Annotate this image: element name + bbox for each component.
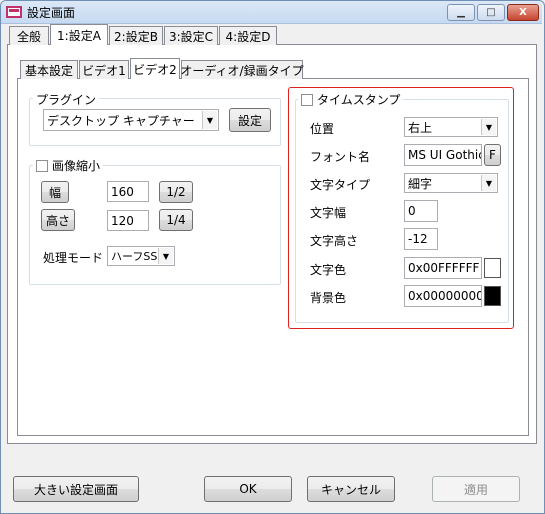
timestamp-checkbox[interactable] <box>301 93 313 106</box>
half-button[interactable]: 1/2 <box>159 181 193 203</box>
plugin-select[interactable]: デスクトップ キャプチャー ▼ <box>43 109 219 131</box>
width-input[interactable]: 160 <box>107 181 149 202</box>
timestamp-group-label: タイムスタンプ <box>317 93 401 107</box>
position-select-value: 右上 <box>408 120 433 135</box>
bg-color-swatch[interactable] <box>484 286 501 306</box>
chevron-down-icon: ▼ <box>481 119 496 135</box>
plugin-settings-button[interactable]: 設定 <box>229 108 271 132</box>
text-color-input[interactable]: 0x00FFFFFF <box>404 257 482 279</box>
apply-button[interactable]: 適用 <box>432 476 520 502</box>
processing-mode-value: ハーフSSE <box>111 250 165 263</box>
text-type-select-value: 細字 <box>408 176 433 191</box>
plugin-group-legend: プラグイン <box>33 91 100 108</box>
font-picker-button[interactable]: F <box>484 144 501 166</box>
chevron-down-icon: ▼ <box>481 175 496 191</box>
processing-mode-select[interactable]: ハーフSSE ▼ <box>107 246 175 266</box>
tab-setting-c[interactable]: 3:設定C <box>164 26 218 45</box>
tab-video1[interactable]: ビデオ1 <box>79 60 129 79</box>
processing-mode-label: 処理モード <box>43 251 104 265</box>
tab-video2[interactable]: ビデオ2 <box>130 58 180 79</box>
cancel-button[interactable]: キャンセル <box>307 476 395 502</box>
char-height-input[interactable]: -12 <box>404 228 438 250</box>
maximize-button[interactable]: □ <box>477 4 505 21</box>
height-input[interactable]: 120 <box>107 210 149 231</box>
font-name-label: フォント名 <box>310 150 371 164</box>
window-title: 設定画面 <box>27 6 76 20</box>
chevron-down-icon: ▼ <box>202 111 217 129</box>
timestamp-group-legend: タイムスタンプ <box>298 91 404 108</box>
minimize-button[interactable]: ▁ <box>447 4 475 21</box>
close-button[interactable]: X <box>507 4 539 21</box>
char-width-input[interactable]: 0 <box>404 200 438 222</box>
font-name-input[interactable]: MS UI Gothic <box>404 144 482 166</box>
width-button[interactable]: 幅 <box>41 181 69 203</box>
resize-checkbox[interactable] <box>36 159 48 172</box>
text-type-label: 文字タイプ <box>310 178 371 192</box>
bg-color-input[interactable]: 0x00000000 <box>404 285 482 307</box>
tab-setting-d[interactable]: 4:設定D <box>219 26 277 45</box>
plugin-group-label: プラグイン <box>36 93 97 107</box>
char-width-label: 文字幅 <box>310 206 347 220</box>
ok-button[interactable]: OK <box>204 476 292 502</box>
text-color-label: 文字色 <box>310 263 347 277</box>
large-settings-button[interactable]: 大きい設定画面 <box>13 476 139 502</box>
resize-group-label: 画像縮小 <box>52 159 101 173</box>
resize-group-legend: 画像縮小 <box>33 157 104 174</box>
quarter-button[interactable]: 1/4 <box>159 209 193 231</box>
chevron-down-icon: ▼ <box>158 248 173 264</box>
bg-color-label: 背景色 <box>310 291 347 305</box>
char-height-label: 文字高さ <box>310 234 359 248</box>
height-button[interactable]: 高さ <box>41 209 75 231</box>
tab-audio-recording-type[interactable]: オーディオ/録画タイプ <box>180 60 304 79</box>
tab-setting-b[interactable]: 2:設定B <box>109 26 163 45</box>
tab-basic-settings[interactable]: 基本設定 <box>20 60 78 79</box>
text-color-swatch[interactable] <box>484 258 501 278</box>
tab-general[interactable]: 全般 <box>9 26 49 45</box>
app-window-icon <box>6 6 22 18</box>
plugin-select-value: デスクトップ キャプチャー <box>47 113 195 128</box>
position-label: 位置 <box>310 122 335 136</box>
text-type-select[interactable]: 細字 ▼ <box>404 173 498 193</box>
tab-setting-a[interactable]: 1:設定A <box>50 24 108 45</box>
position-select[interactable]: 右上 ▼ <box>404 117 498 137</box>
